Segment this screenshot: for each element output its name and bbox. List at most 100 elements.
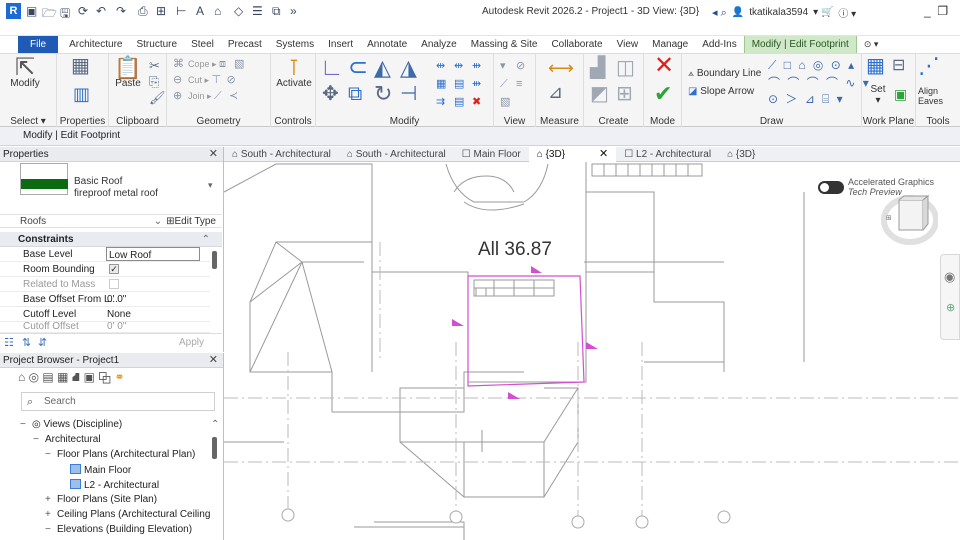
finish-edit-mode-icon[interactable]: ✔ xyxy=(654,83,672,105)
apply-button[interactable]: Apply xyxy=(179,337,204,348)
expand-toggle[interactable]: + xyxy=(45,494,57,505)
work-plane-grid-icon[interactable]: ▦ xyxy=(866,56,885,76)
tab-precast[interactable]: Precast xyxy=(221,36,269,53)
categorized-icon[interactable]: ☷ xyxy=(4,336,14,349)
create-group-icon[interactable]: ◩ xyxy=(590,84,609,104)
mirror-draw-axis-icon[interactable]: ◮ xyxy=(400,57,417,79)
home-view-icon[interactable]: ⌂ xyxy=(18,370,25,384)
temp-hide-icon[interactable]: ≡ xyxy=(516,78,528,90)
qat-more-icon[interactable]: » xyxy=(290,4,297,18)
sync-icon[interactable]: ⟳ xyxy=(78,4,88,18)
revit-logo-icon[interactable]: R xyxy=(6,3,21,19)
tree-node[interactable]: + Floor Plans (Site Plan) xyxy=(45,494,157,505)
trim-extend-icon[interactable]: ⊣ xyxy=(400,84,417,104)
browser-search-input[interactable]: ⌕ Search xyxy=(21,392,215,411)
family-icon[interactable]: ⛘ xyxy=(72,370,80,384)
property-row[interactable]: Room Bounding ✓ xyxy=(0,262,210,277)
type-selector[interactable]: Basic Roof fireproof metal roof xyxy=(74,176,158,200)
user-icon[interactable]: 👤 xyxy=(732,7,744,18)
tree-node[interactable]: − ◎ Views (Discipline) xyxy=(20,419,122,430)
redo-icon[interactable]: ↷ xyxy=(116,4,126,18)
binoculars-icon[interactable]: ◂ ⌕ xyxy=(712,6,727,20)
split-face-icon[interactable]: ⧈ xyxy=(219,58,231,70)
measure-icon[interactable]: ⊞ xyxy=(156,4,166,18)
type-properties-icon[interactable]: ▦ xyxy=(71,56,90,76)
unpin-icon[interactable]: ⇻ xyxy=(472,78,484,90)
slope-arrow-button[interactable]: ◪ Slope Arrow xyxy=(688,86,754,97)
scroll-up-icon[interactable]: ⌃ xyxy=(211,419,219,430)
array-icon[interactable]: ▦ xyxy=(436,78,448,90)
tab-insert[interactable]: Insert xyxy=(321,36,360,53)
copy-element-icon[interactable]: ⧉ xyxy=(348,84,362,104)
delete-icon[interactable]: ✖ xyxy=(472,96,484,108)
viewcube-icon[interactable]: ⊞ xyxy=(878,194,938,252)
tree-node[interactable]: + Ceiling Plans (Architectural Ceiling Pl… xyxy=(45,509,211,520)
tab-view[interactable]: View xyxy=(610,36,646,53)
paste-button[interactable]: 📋 Paste xyxy=(113,57,143,90)
sheet-icon[interactable]: ▤ xyxy=(42,370,53,384)
tree-node[interactable]: − Floor Plans (Architectural Plan) xyxy=(45,449,195,460)
minimize-icon[interactable]: _ xyxy=(924,4,931,18)
align-eaves-button[interactable]: Align Eaves xyxy=(918,86,960,106)
tree-node-view[interactable]: L2 - Architectural xyxy=(70,479,159,491)
panel-label-select[interactable]: Select xyxy=(10,116,38,127)
sort-ascending-icon[interactable]: ⇅ xyxy=(22,336,31,349)
properties-scrollbar[interactable] xyxy=(212,251,217,269)
expand-toggle[interactable]: + xyxy=(45,509,57,520)
tab-manage[interactable]: Manage xyxy=(645,36,695,53)
scale-icon[interactable]: ▤ xyxy=(454,78,466,90)
boundary-line-button[interactable]: ⟑ Boundary Line xyxy=(688,68,761,79)
create-similar-icon[interactable]: ⊞ xyxy=(616,84,633,104)
user-name[interactable]: tkatikala3594 xyxy=(749,7,808,18)
split-element-icon[interactable]: ⇹ xyxy=(436,60,448,72)
zoom-icon[interactable]: ⊕ xyxy=(946,301,955,314)
hide-icon[interactable]: ⊘ xyxy=(516,60,528,72)
move-icon[interactable]: ✥ xyxy=(322,84,339,104)
text-icon[interactable]: A xyxy=(196,4,204,18)
tree-node[interactable]: − Elevations (Building Elevation) xyxy=(45,524,192,535)
draw-shapes-row1[interactable]: ⟋ □ ⌂ ◎ ⊙ ▴ xyxy=(768,58,856,73)
home-icon[interactable]: ▣ xyxy=(26,4,37,18)
browser-scrollbar[interactable] xyxy=(212,437,217,459)
instance-filter[interactable]: Roofs ⌄ ⊞Edit Type xyxy=(0,214,222,228)
match-type-icon[interactable]: 🖌 xyxy=(149,88,166,108)
collapse-icon[interactable]: ⌃ xyxy=(202,232,210,247)
draw-shapes-row2[interactable]: ⌒ ⌒ ⌒ ⌒ ∿ ▾ xyxy=(768,74,871,91)
cancel-edit-mode-icon[interactable]: ✕ xyxy=(654,54,674,78)
align-icon[interactable]: ∟ xyxy=(320,56,344,80)
close-icon[interactable]: ✕ xyxy=(209,147,218,162)
slope-label[interactable]: All 36.87 xyxy=(478,239,552,261)
save-icon[interactable]: 🖫 xyxy=(60,4,70,25)
view-tab[interactable]: ⌂ {3D} xyxy=(719,147,763,162)
draw-shapes-row3[interactable]: ⊙ ＞ ⊿ ⌸ ▾ xyxy=(768,90,845,107)
wall-joins-icon[interactable]: ⊤ xyxy=(212,74,224,86)
collapse-toggle[interactable]: − xyxy=(45,524,57,535)
tab-architecture[interactable]: Architecture xyxy=(62,36,129,53)
tree-node[interactable]: − Architectural xyxy=(33,434,101,445)
override-graphics-icon[interactable]: ▾ xyxy=(500,60,512,72)
restore-icon[interactable]: ❐ xyxy=(934,4,948,18)
properties-icon[interactable]: ▥ xyxy=(73,84,90,104)
join-label[interactable]: Join xyxy=(188,91,205,101)
view-tab[interactable]: ⌂ South - Architectural xyxy=(339,147,454,162)
type-dropdown-icon[interactable]: ▾ xyxy=(208,180,213,191)
modify-button[interactable]: ⇱ Modify xyxy=(6,56,44,90)
view-icon[interactable]: ◎ xyxy=(29,370,39,384)
set-button[interactable]: Set ▾ xyxy=(866,84,890,106)
pick-icon[interactable]: ⟋ xyxy=(214,90,226,102)
property-value[interactable]: None xyxy=(107,307,131,322)
view-tab[interactable]: ☐ L2 - Architectural xyxy=(616,147,719,162)
create-assembly-icon[interactable]: ▟ xyxy=(590,58,605,78)
tab-modify-edit-footprint[interactable]: Modify | Edit Footprint xyxy=(743,36,857,53)
ribbon-options-icon[interactable]: ⊙ ▾ xyxy=(857,36,886,53)
cart-icon[interactable]: ▾ 🛒 xyxy=(813,7,833,18)
cope-label[interactable]: Cope xyxy=(188,59,210,69)
ref-plane-icon[interactable]: ⊟ xyxy=(892,56,905,76)
help-icon[interactable]: ⓘ ▾ xyxy=(838,5,856,20)
sort-descending-icon[interactable]: ⇵ xyxy=(38,336,47,349)
collapse-toggle[interactable]: − xyxy=(33,434,45,445)
roof-plan-drawing[interactable] xyxy=(224,162,960,540)
tab-systems[interactable]: Systems xyxy=(269,36,321,53)
print-icon[interactable]: ⎙ xyxy=(138,4,148,19)
property-value[interactable]: 0' 0" xyxy=(107,292,126,307)
